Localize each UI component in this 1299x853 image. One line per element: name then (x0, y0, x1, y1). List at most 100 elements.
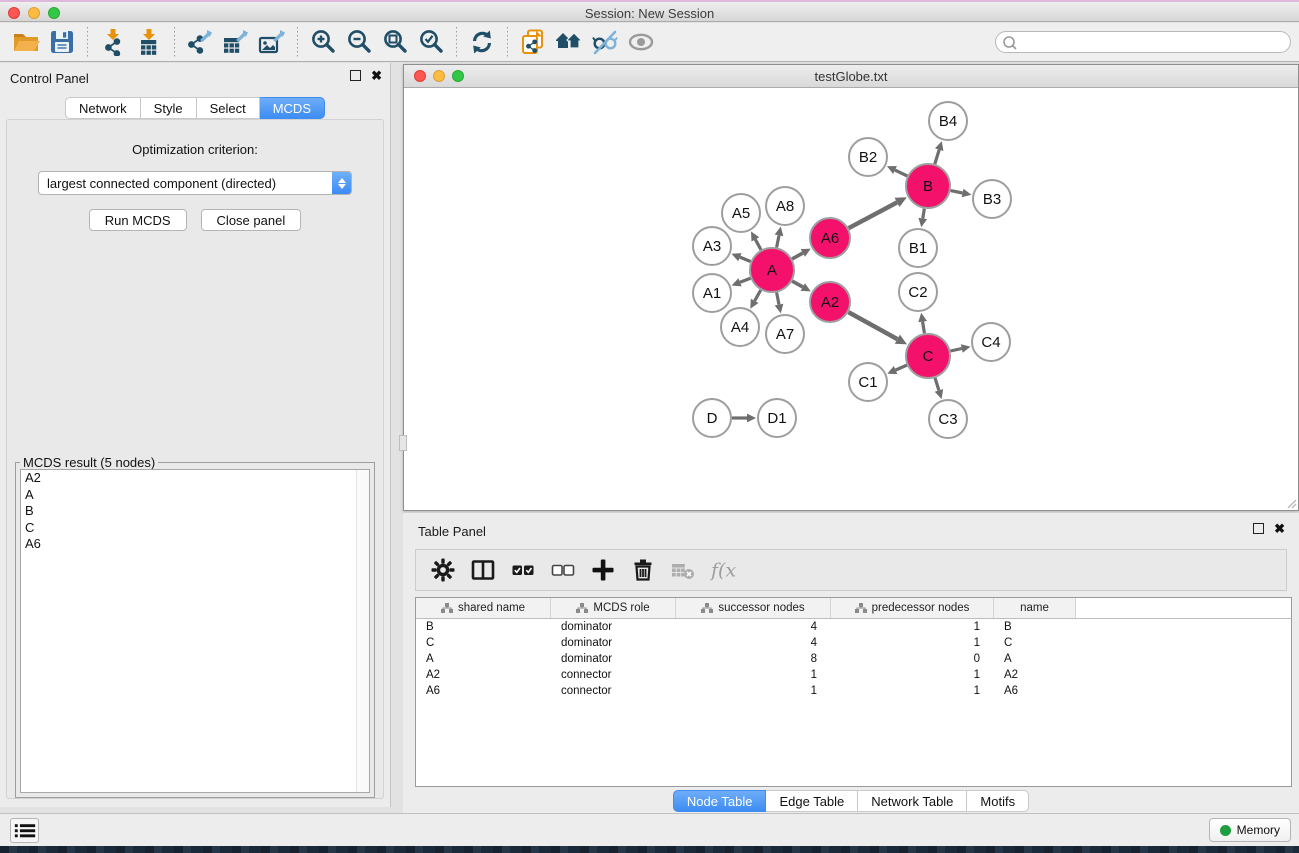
export-table-button[interactable] (218, 26, 254, 58)
edge-C-C2[interactable] (923, 322, 925, 334)
edge-A-A5[interactable] (755, 239, 761, 249)
tab-select[interactable]: Select (197, 97, 260, 119)
edge-A2-C[interactable] (848, 312, 897, 339)
column-header-successor-nodes[interactable]: successor nodes (676, 598, 831, 618)
clone-network-button[interactable] (515, 26, 551, 58)
search-box[interactable] (995, 31, 1291, 53)
run-mcds-button[interactable]: Run MCDS (89, 209, 187, 231)
node-A6[interactable]: A6 (810, 218, 850, 258)
mcds-list-scrollbar[interactable] (356, 470, 369, 792)
tab-style[interactable]: Style (141, 97, 197, 119)
node-D[interactable]: D (693, 399, 731, 437)
add-row-button[interactable] (586, 553, 620, 587)
zoom-in-button[interactable] (305, 26, 341, 58)
import-network-button[interactable] (95, 26, 131, 58)
tab-mcds[interactable]: MCDS (260, 97, 325, 119)
edge-C-C3[interactable] (935, 378, 939, 391)
table-row[interactable]: A2connector11A2 (416, 667, 1291, 683)
table-close-panel-icon[interactable]: ✖ (1274, 523, 1285, 534)
zoom-fit-button[interactable] (377, 26, 413, 58)
edge-C-C4[interactable] (951, 349, 962, 352)
save-session-button[interactable] (44, 26, 80, 58)
panel-divider-grip[interactable] (399, 435, 407, 451)
refresh-button[interactable] (464, 26, 500, 58)
combo-stepper-icon[interactable] (332, 172, 351, 194)
edge-B-B2[interactable] (895, 170, 907, 176)
node-A8[interactable]: A8 (766, 187, 804, 225)
node-A4[interactable]: A4 (721, 308, 759, 346)
network-canvas[interactable]: A A1 A2 A3 A4 A5 A6 A7 A8 B B1 B2 B3 B4 … (404, 88, 1298, 510)
tab-network[interactable]: Network (65, 97, 141, 119)
export-network-button[interactable] (182, 26, 218, 58)
node-C[interactable]: C (906, 334, 950, 378)
edge-A-A8[interactable] (777, 235, 779, 247)
edge-A-A1[interactable] (740, 278, 751, 282)
mcds-result-list[interactable]: A2ABCA6 (20, 469, 370, 793)
mcds-result-item[interactable]: C (21, 520, 369, 537)
edge-C-C1[interactable] (896, 365, 907, 370)
node-B3[interactable]: B3 (973, 180, 1011, 218)
tab-node-table[interactable]: Node Table (673, 790, 767, 812)
edge-B-B4[interactable] (935, 150, 939, 164)
show-eye-button[interactable] (623, 26, 659, 58)
tab-motifs[interactable]: Motifs (967, 790, 1029, 812)
node-B[interactable]: B (906, 164, 950, 208)
import-table-button[interactable] (131, 26, 167, 58)
node-C4[interactable]: C4 (972, 323, 1010, 361)
node-A1[interactable]: A1 (693, 274, 731, 312)
function-builder-button[interactable]: f(x) (706, 553, 740, 587)
table-float-panel-icon[interactable] (1253, 523, 1264, 534)
open-session-button[interactable] (8, 26, 44, 58)
unselect-all-button[interactable] (546, 553, 580, 587)
node-A2[interactable]: A2 (810, 282, 850, 322)
zoom-out-button[interactable] (341, 26, 377, 58)
close-panel-button[interactable]: Close panel (201, 209, 302, 231)
close-panel-icon[interactable]: ✖ (371, 70, 382, 81)
table-row[interactable]: Adominator80A (416, 651, 1291, 667)
delete-row-button[interactable] (626, 553, 660, 587)
mcds-result-item[interactable]: A (21, 487, 369, 504)
hide-graphics-details-button[interactable] (587, 26, 623, 58)
column-header-MCDS-role[interactable]: MCDS role (551, 598, 676, 618)
edge-A-A7[interactable] (777, 293, 779, 305)
node-A5[interactable]: A5 (722, 194, 760, 232)
export-image-button[interactable] (254, 26, 290, 58)
node-C1[interactable]: C1 (849, 363, 887, 401)
edge-A6-B[interactable] (849, 202, 898, 228)
node-D1[interactable]: D1 (758, 399, 796, 437)
edge-A-A6[interactable] (792, 253, 803, 259)
column-header-predecessor-nodes[interactable]: predecessor nodes (831, 598, 994, 618)
node-C3[interactable]: C3 (929, 400, 967, 438)
network-graph[interactable]: A A1 A2 A3 A4 A5 A6 A7 A8 B B1 B2 B3 B4 … (404, 88, 1298, 510)
node-C2[interactable]: C2 (899, 273, 937, 311)
node-B1[interactable]: B1 (899, 229, 937, 267)
table-row[interactable]: Bdominator41B (416, 619, 1291, 635)
node-A[interactable]: A (750, 248, 794, 292)
select-all-button[interactable] (506, 553, 540, 587)
mcds-result-item[interactable]: B (21, 503, 369, 520)
table-row[interactable]: Cdominator41C (416, 635, 1291, 651)
node-B4[interactable]: B4 (929, 102, 967, 140)
resize-corner-icon[interactable] (1285, 497, 1297, 509)
node-B2[interactable]: B2 (849, 138, 887, 176)
search-input[interactable] (1017, 35, 1284, 49)
optimization-criterion-select[interactable]: largest connected component (directed) (38, 171, 352, 195)
mcds-result-item[interactable]: A2 (21, 470, 369, 487)
edge-B-B3[interactable] (951, 191, 963, 193)
tab-edge-table[interactable]: Edge Table (766, 790, 858, 812)
task-history-button[interactable] (10, 818, 39, 843)
table-settings-button[interactable] (426, 553, 460, 587)
node-A3[interactable]: A3 (693, 227, 731, 265)
tab-network-table[interactable]: Network Table (858, 790, 967, 812)
show-column-button[interactable] (466, 553, 500, 587)
network-window-titlebar[interactable]: testGlobe.txt (404, 65, 1298, 88)
edge-A-A4[interactable] (755, 290, 761, 301)
edge-A-A2[interactable] (792, 281, 803, 287)
memory-button[interactable]: Memory (1209, 818, 1291, 842)
table-row[interactable]: A6connector11A6 (416, 683, 1291, 699)
node-A7[interactable]: A7 (766, 315, 804, 353)
mcds-result-item[interactable]: A6 (21, 536, 369, 553)
edge-A-A3[interactable] (740, 257, 751, 261)
cybrowser-home-button[interactable] (551, 26, 587, 58)
zoom-selected-button[interactable] (413, 26, 449, 58)
